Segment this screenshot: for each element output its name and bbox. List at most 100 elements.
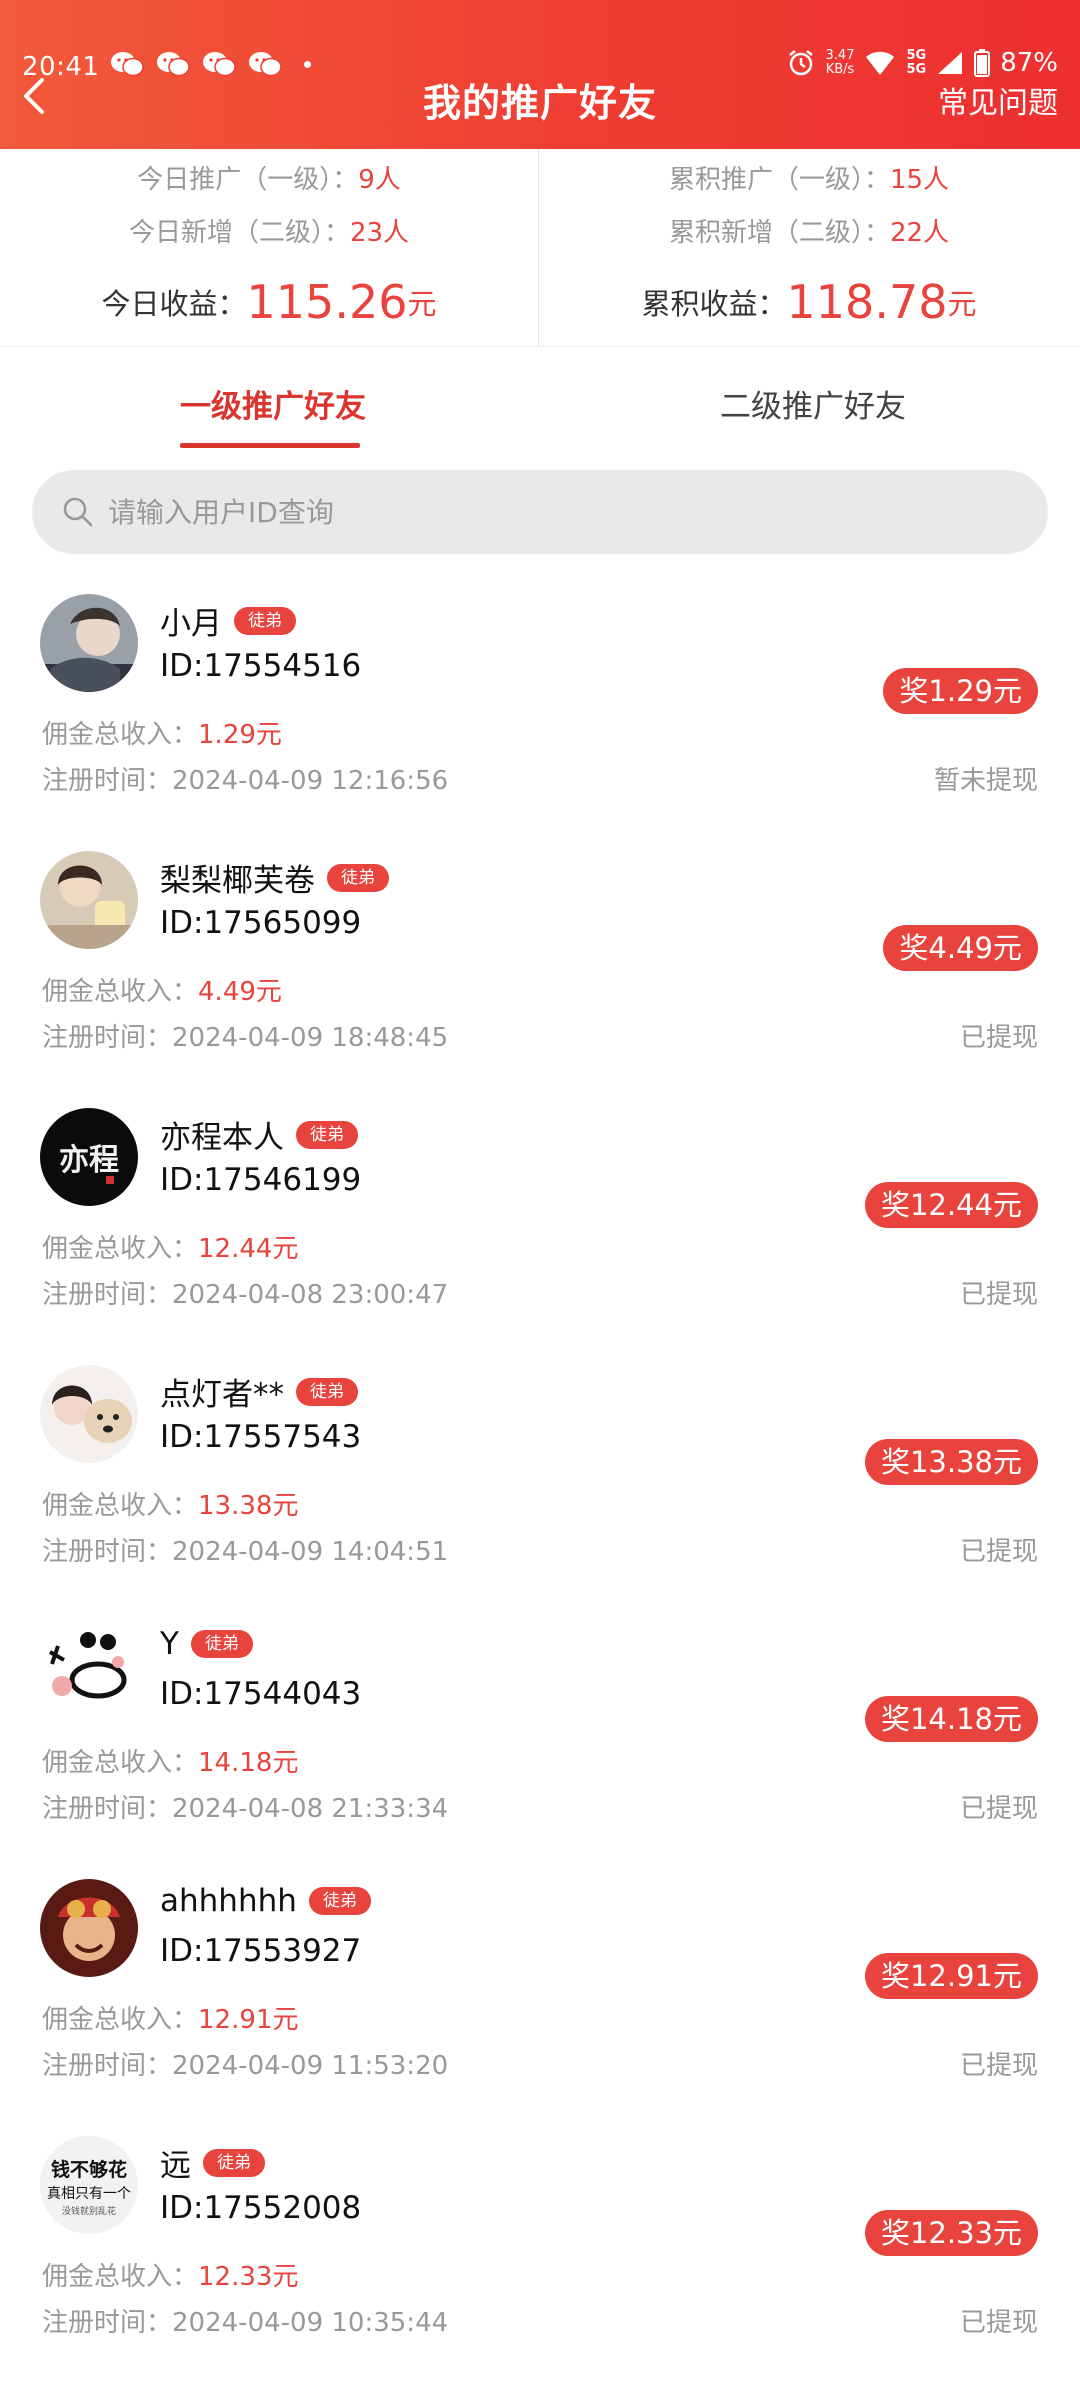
name-row: 亦程本人 徒弟	[160, 1112, 358, 1157]
friend-id: ID:17557543	[160, 1419, 362, 1455]
register-value: 2024-04-09 14:04:51	[172, 1537, 449, 1567]
friend-name: 远	[160, 2148, 191, 2184]
total-income: 累积收益：118.78元	[540, 275, 1078, 329]
stats-divider	[538, 149, 539, 347]
register-value: 2024-04-09 10:35:44	[172, 2308, 449, 2338]
apprentice-badge: 徒弟	[327, 863, 389, 892]
today-new: 今日新增（二级）：23人	[0, 212, 538, 249]
today-income-label: 今日收益：	[101, 287, 247, 321]
avatar: 亦程	[40, 1108, 138, 1206]
name-row: 远 徒弟	[160, 2140, 265, 2185]
withdraw-status: 已提现	[959, 1794, 1038, 1824]
commission-value: 14.18元	[198, 1748, 299, 1778]
tab-level-one[interactable]: 一级推广好友	[180, 381, 366, 426]
register-info: 注册时间：2024-04-09 11:53:20	[42, 2045, 448, 2082]
avatar	[40, 594, 138, 692]
commission-value: 12.91元	[198, 2005, 299, 2035]
total-new-label: 累积新增（二级）：	[668, 218, 890, 248]
friend-id: ID:17565099	[160, 905, 362, 941]
friend-name: 点灯者**	[160, 1377, 284, 1413]
today-income-value: 115.26	[246, 275, 408, 329]
total-promo-label: 累积推广（一级）：	[668, 165, 890, 195]
apprentice-badge: 徒弟	[308, 1887, 371, 1915]
total-new-value: 22人	[889, 218, 950, 248]
total-stats: 累积推广（一级）：15人 累积新增（二级）：22人 累积收益：118.78元	[540, 149, 1078, 347]
register-label: 注册时间：	[42, 2051, 173, 2081]
friend-name: 梨梨椰芙卷	[160, 863, 315, 899]
friend-id: ID:17552008	[160, 2190, 362, 2226]
tab-level-two[interactable]: 二级推广好友	[720, 381, 906, 426]
total-new: 累积新增（二级）：22人	[540, 212, 1078, 249]
avatar	[40, 851, 138, 949]
search-bar[interactable]	[32, 470, 1048, 554]
friend-name: 亦程本人	[160, 1120, 284, 1156]
avatar: 钱不够花 真相只有一个 没钱就别乱花	[40, 2136, 138, 2234]
friend-item[interactable]: 钱不够花 真相只有一个 没钱就别乱花 远 徒弟 ID:17552008 佣金总收入：…	[0, 2102, 1080, 2359]
reward-badge: 奖12.44元	[864, 1182, 1038, 1228]
register-info: 注册时间：2024-04-09 10:35:44	[42, 2302, 448, 2339]
commission-label: 佣金总收入：	[42, 977, 199, 1007]
commission-label: 佣金总收入：	[42, 1234, 199, 1264]
more-notifications-dot	[304, 60, 311, 68]
friend-item[interactable]: 梨梨椰芙卷 徒弟 ID:17565099 佣金总收入：4.49元 注册时间：20…	[0, 817, 1080, 1074]
commission-value: 4.49元	[198, 977, 282, 1007]
today-promo-label: 今日推广（一级）：	[137, 165, 359, 195]
friend-item[interactable]: 点灯者** 徒弟 ID:17557543 佣金总收入：13.38元 注册时间：2…	[0, 1331, 1080, 1588]
friend-item[interactable]: Y 徒弟 ID:17544043 佣金总收入：14.18元 注册时间：2024-…	[0, 1588, 1080, 1845]
register-value: 2024-04-09 12:16:56	[172, 766, 449, 796]
register-info: 注册时间：2024-04-09 14:04:51	[42, 1531, 448, 1568]
today-promo: 今日推广（一级）：9人	[0, 159, 538, 196]
name-row: 小月 徒弟	[160, 598, 296, 643]
friend-name: Y	[160, 1626, 179, 1662]
withdraw-status: 已提现	[959, 1537, 1038, 1567]
friend-level-tabs: 一级推广好友 二级推广好友	[0, 347, 1080, 453]
register-value: 2024-04-08 23:00:47	[172, 1280, 449, 1310]
register-info: 注册时间：2024-04-08 21:33:34	[42, 1788, 448, 1825]
withdraw-status: 已提现	[959, 1280, 1038, 1310]
register-label: 注册时间：	[42, 1537, 173, 1567]
name-row: Y 徒弟	[160, 1626, 253, 1662]
reward-badge: 奖14.18元	[864, 1696, 1038, 1742]
stats-panel: 今日推广（一级）：9人 今日新增（二级）：23人 今日收益：115.26元 累积…	[0, 149, 1080, 347]
apprentice-badge: 徒弟	[234, 606, 296, 635]
register-info: 注册时间：2024-04-09 12:16:56	[42, 760, 448, 797]
reward-badge: 奖12.91元	[864, 1953, 1038, 1999]
total-promo: 累积推广（一级）：15人	[540, 159, 1078, 196]
search-input[interactable]	[108, 470, 1008, 554]
register-label: 注册时间：	[42, 1023, 173, 1053]
reward-badge: 奖12.33元	[864, 2210, 1038, 2256]
friend-id: ID:17544043	[160, 1676, 362, 1712]
commission-value: 12.33元	[198, 2262, 299, 2292]
avatar-text-line1: 钱不够花	[51, 2158, 127, 2181]
avatar-text-line2: 真相只有一个	[47, 2186, 131, 2202]
register-info: 注册时间：2024-04-09 18:48:45	[42, 1017, 448, 1054]
friend-item[interactable]: 亦程 亦程本人 徒弟 ID:17546199 佣金总收入：12.44元 注册时间…	[0, 1074, 1080, 1331]
today-new-value: 23人	[349, 218, 410, 248]
withdraw-status: 已提现	[959, 2051, 1038, 2081]
page: 20:41 3.47 KB/s 5G 5G 87% 我的推广好友 常见问题 今日…	[0, 0, 1080, 2396]
register-label: 注册时间：	[42, 766, 173, 796]
apprentice-badge: 徒弟	[190, 1630, 253, 1658]
active-tab-indicator	[180, 443, 360, 448]
withdraw-status: 暂未提现	[933, 766, 1038, 796]
withdraw-status: 已提现	[959, 1023, 1038, 1053]
total-income-label: 累积收益：	[641, 287, 787, 321]
total-income-value: 118.78	[786, 275, 948, 329]
avatar	[40, 1622, 138, 1720]
reward-badge: 奖13.38元	[864, 1439, 1038, 1485]
friend-id: ID:17546199	[160, 1162, 362, 1198]
faq-link[interactable]: 常见问题	[938, 78, 1058, 122]
apprentice-badge: 徒弟	[296, 1377, 358, 1406]
friend-name: 小月	[160, 606, 222, 642]
reward-badge: 奖1.29元	[883, 668, 1038, 714]
commission-label: 佣金总收入：	[42, 1491, 199, 1521]
total-promo-value: 15人	[889, 165, 950, 195]
register-value: 2024-04-09 18:48:45	[172, 1023, 449, 1053]
commission-info: 佣金总收入：13.38元	[42, 1485, 298, 1522]
friend-name: ahhhhhh	[160, 1883, 297, 1919]
today-stats: 今日推广（一级）：9人 今日新增（二级）：23人 今日收益：115.26元	[0, 149, 538, 347]
friend-item[interactable]: ahhhhhh 徒弟 ID:17553927 佣金总收入：12.91元 注册时间…	[0, 1845, 1080, 2102]
friend-item[interactable]: 小月 徒弟 ID:17554516 佣金总收入：1.29元 注册时间：2024-…	[0, 560, 1080, 817]
commission-info: 佣金总收入：12.33元	[42, 2256, 298, 2293]
commission-label: 佣金总收入：	[42, 2262, 199, 2292]
